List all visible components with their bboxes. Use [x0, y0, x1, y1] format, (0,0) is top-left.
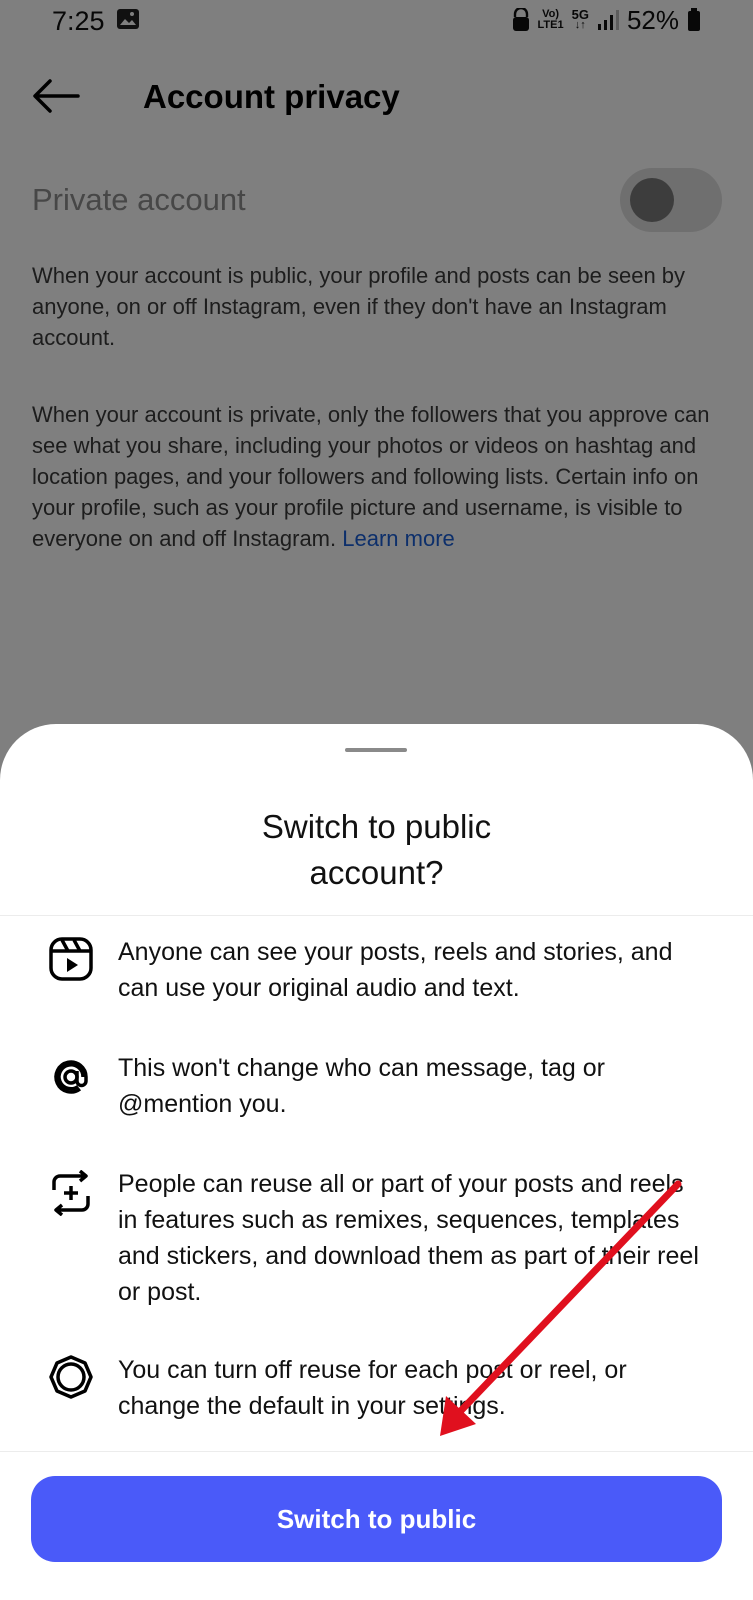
info-text-messaging: This won't change who can message, tag o…	[118, 1054, 605, 1118]
account-privacy-screen: 7:25 Vo) LTE1 5G ↓↑	[0, 0, 753, 1600]
drag-handle[interactable]	[345, 748, 407, 752]
divider	[0, 915, 753, 916]
divider	[0, 1451, 753, 1452]
remix-icon	[52, 1170, 90, 1216]
settings-gear-icon	[49, 1355, 93, 1399]
info-text-visibility: Anyone can see your posts, reels and sto…	[118, 938, 673, 1002]
sheet-title-line1: Switch to public	[261, 808, 492, 845]
at-mention-icon	[54, 1060, 88, 1094]
info-text-reuse: People can reuse all or part of your pos…	[118, 1170, 699, 1306]
sheet-title-line2: account?	[309, 854, 444, 891]
reels-icon	[49, 937, 93, 981]
info-text-settings: You can turn off reuse for each post or …	[118, 1356, 627, 1420]
switch-to-public-button[interactable]: Switch to public	[31, 1476, 722, 1562]
sheet-title: Switch to public account?	[0, 804, 753, 896]
switch-to-public-sheet: Switch to public account? Anyone can see…	[0, 724, 753, 1600]
